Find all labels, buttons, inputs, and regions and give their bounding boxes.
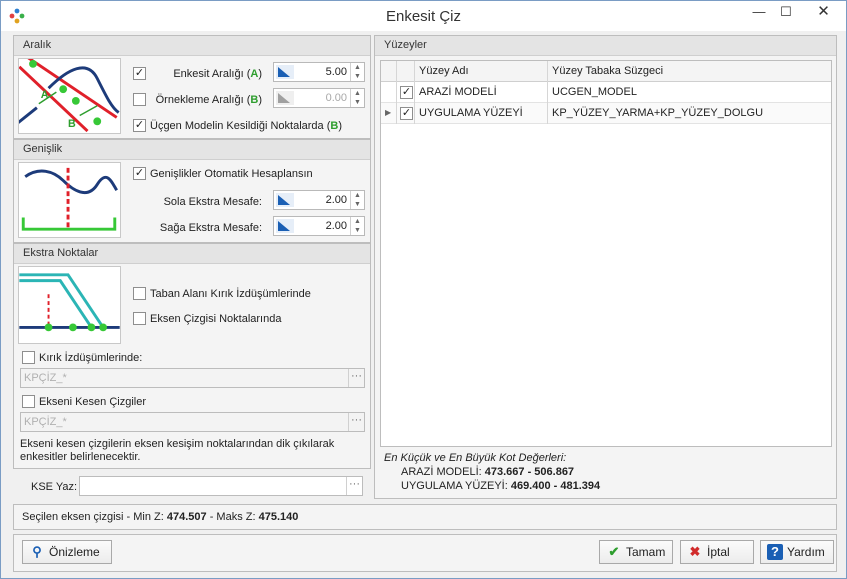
- ornekleme-checkbox[interactable]: [133, 93, 146, 106]
- diagram-label-a: A: [41, 89, 49, 101]
- status-panel: Seçilen eksen çizgisi - Min Z: 474.507 -…: [13, 504, 837, 530]
- enkesit-spin-arrows[interactable]: ▲ ▼: [350, 63, 364, 81]
- ruler-icon: [276, 65, 294, 79]
- help-button[interactable]: ? Yardım: [760, 540, 834, 564]
- yuzeyler-header: Yüzeyler: [375, 36, 836, 56]
- row-indicator: [381, 82, 397, 103]
- ucgen-label: Üçgen Modelin Kesildiği Noktalarda (B): [150, 120, 342, 132]
- ekstra-header: Ekstra Noktalar: [14, 244, 370, 264]
- preview-button[interactable]: ⚲ Önizleme: [22, 540, 112, 564]
- kse-input[interactable]: ···: [79, 476, 363, 496]
- aralik-panel: Aralık A B ✓ Enkesit Aralığı (A) 5.00 ▲ ▼: [13, 35, 371, 139]
- title-bar: Enkesit Çiz — ☐ ✕: [1, 1, 846, 31]
- maximize-button[interactable]: ☐: [773, 1, 799, 23]
- row-filter[interactable]: UCGEN_MODEL: [548, 82, 831, 103]
- saga-spin-arrows[interactable]: ▲ ▼: [350, 217, 364, 235]
- aralik-header: Aralık: [14, 36, 370, 56]
- close-button[interactable]: ✕: [801, 1, 846, 23]
- row-indicator: ▶: [381, 103, 397, 124]
- grid-header-check: [397, 61, 415, 82]
- kse-label: KSE Yaz:: [31, 481, 78, 493]
- taban-label: Taban Alanı Kırık İzdüşümlerinde: [150, 288, 311, 300]
- sola-spin-arrows[interactable]: ▲ ▼: [350, 191, 364, 209]
- ruler-icon: [276, 219, 294, 233]
- minmax-row: UYGULAMA YÜZEYİ: 469.400 - 481.394: [401, 480, 601, 492]
- window-title: Enkesit Çiz: [385, 8, 462, 25]
- ornekleme-spin-arrows[interactable]: ▲ ▼: [350, 89, 364, 107]
- ornekleme-value[interactable]: 0.00: [326, 92, 347, 104]
- kirik-label: Kırık İzdüşümlerinde:: [39, 352, 143, 364]
- sola-label: Sola Ekstra Mesafe:: [163, 196, 262, 208]
- kirik-input[interactable]: KPÇİZ_* ···: [20, 368, 365, 388]
- width-diagram: [18, 162, 121, 238]
- saga-value[interactable]: 2.00: [326, 220, 347, 232]
- ornekleme-spinner[interactable]: 0.00 ▲ ▼: [273, 88, 365, 108]
- genislik-panel: Genişlik ✓ Genişlikler Otomatik Hesaplan…: [13, 139, 371, 243]
- ekstra-note-line2: enkesitler belirlenecektir.: [20, 451, 141, 463]
- row-filter[interactable]: KP_YÜZEY_YARMA+KP_YÜZEY_DOLGU: [548, 103, 831, 124]
- checkmark-icon: ✔: [608, 544, 620, 559]
- genislik-header: Genişlik: [14, 140, 370, 160]
- otomatik-checkbox[interactable]: ✓: [133, 167, 146, 180]
- enkesit-checkbox[interactable]: ✓: [133, 67, 146, 80]
- ruler-icon: [276, 193, 294, 207]
- row-checkbox[interactable]: ✓: [400, 86, 413, 99]
- enkesit-spinner[interactable]: 5.00 ▲ ▼: [273, 62, 365, 82]
- question-icon: ?: [767, 544, 783, 560]
- eksen-label: Eksen Çizgisi Noktalarında: [150, 313, 282, 325]
- surface-grid: Yüzey Adı Yüzey Tabaka Süzgeci ✓ ARAZİ M…: [380, 60, 832, 447]
- ekstra-note-line1: Ekseni kesen çizgilerin eksen kesişim no…: [20, 438, 335, 450]
- ruler-icon: [276, 91, 294, 105]
- sola-spinner[interactable]: 2.00 ▲ ▼: [273, 190, 365, 210]
- minmax-row: ARAZİ MODELİ: 473.667 - 506.867: [401, 466, 575, 478]
- grid-header-indicator: [381, 61, 397, 82]
- row-name[interactable]: ARAZİ MODELİ: [415, 82, 548, 103]
- enkesit-label: Enkesit Aralığı (A): [173, 68, 262, 80]
- kesen-browse-button[interactable]: ···: [348, 413, 364, 431]
- table-row[interactable]: ▶ ✓ UYGULAMA YÜZEYİ KP_YÜZEY_YARMA+KP_YÜ…: [381, 103, 831, 124]
- interval-diagram: A B: [18, 58, 121, 134]
- extra-points-diagram: [18, 266, 121, 344]
- ornekleme-label: Örnekleme Aralığı (B): [155, 94, 262, 106]
- minimize-button[interactable]: —: [746, 1, 772, 23]
- saga-spinner[interactable]: 2.00 ▲ ▼: [273, 216, 365, 236]
- kesen-checkbox[interactable]: [22, 395, 35, 408]
- minmax-title: En Küçük ve En Büyük Kot Değerleri:: [384, 452, 567, 464]
- status-text: Seçilen eksen çizgisi - Min Z: 474.507 -…: [22, 511, 299, 523]
- kse-browse-button[interactable]: ···: [346, 477, 362, 495]
- kesen-input[interactable]: KPÇİZ_* ···: [20, 412, 365, 432]
- grid-header: Yüzey Adı Yüzey Tabaka Süzgeci: [381, 61, 831, 82]
- diagram-label-b: B: [68, 118, 76, 130]
- row-checkbox[interactable]: ✓: [400, 107, 413, 120]
- cross-icon: ✖: [689, 544, 701, 559]
- column-header-name[interactable]: Yüzey Adı: [415, 61, 548, 82]
- kesen-label: Ekseni Kesen Çizgiler: [39, 396, 146, 408]
- magnifier-icon: ⚲: [32, 544, 42, 559]
- kirik-value: KPÇİZ_*: [24, 372, 67, 384]
- dialog-window: Enkesit Çiz — ☐ ✕ Aralık A B ✓ Enkesit A…: [0, 0, 847, 579]
- ucgen-checkbox[interactable]: ✓: [133, 119, 146, 132]
- saga-label: Sağa Ekstra Mesafe:: [159, 222, 262, 234]
- taban-checkbox[interactable]: [133, 287, 146, 300]
- cancel-button[interactable]: ✖ İptal: [680, 540, 754, 564]
- table-row[interactable]: ✓ ARAZİ MODELİ UCGEN_MODEL: [381, 82, 831, 103]
- enkesit-value[interactable]: 5.00: [326, 66, 347, 78]
- row-name[interactable]: UYGULAMA YÜZEYİ: [415, 103, 548, 124]
- sola-value[interactable]: 2.00: [326, 194, 347, 206]
- kirik-browse-button[interactable]: ···: [348, 369, 364, 387]
- ok-button[interactable]: ✔ Tamam: [599, 540, 673, 564]
- eksen-checkbox[interactable]: [133, 312, 146, 325]
- kesen-value: KPÇİZ_*: [24, 416, 67, 428]
- ekstra-panel: Ekstra Noktalar Taban Alanı Kırık İzdüşü…: [13, 243, 371, 469]
- otomatik-label: Genişlikler Otomatik Hesaplansın: [150, 168, 313, 180]
- column-header-filter[interactable]: Yüzey Tabaka Süzgeci: [548, 61, 831, 82]
- kirik-checkbox[interactable]: [22, 351, 35, 364]
